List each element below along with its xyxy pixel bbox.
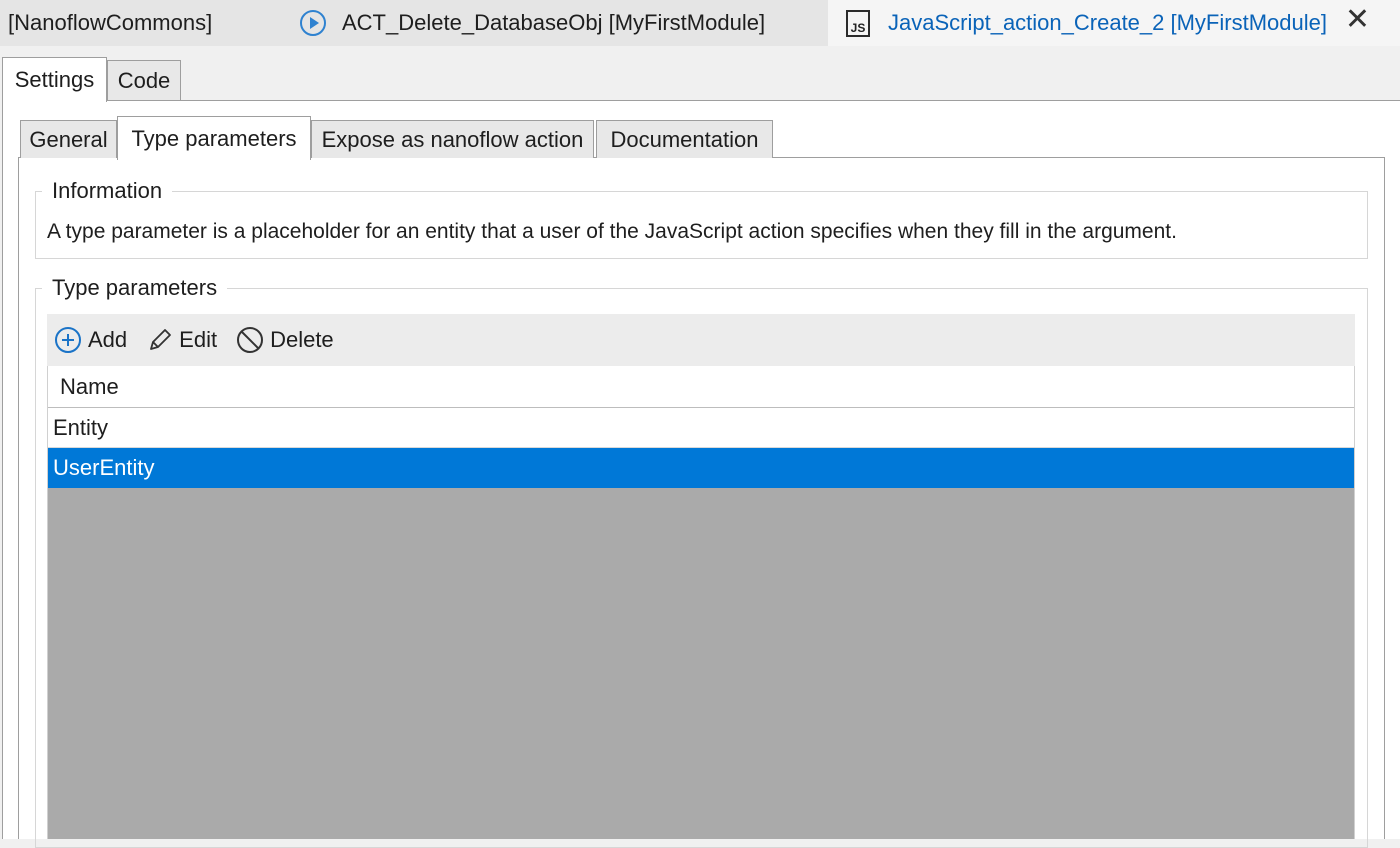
add-circle-icon xyxy=(55,327,81,353)
tab-settings[interactable]: Settings xyxy=(2,57,107,102)
table-row-selected[interactable]: UserEntity xyxy=(48,448,1354,488)
add-button-label: Add xyxy=(88,327,128,352)
pencil-icon xyxy=(150,329,172,350)
doc-tab-javascript-action[interactable]: JS JavaScript_action_Create_2 [MyFirstMo… xyxy=(828,0,1400,46)
type-parameters-legend: Type parameters xyxy=(42,275,228,301)
close-icon[interactable]: ✕ xyxy=(1345,5,1370,35)
information-legend: Information xyxy=(42,178,173,204)
play-circle-icon xyxy=(300,10,326,36)
type-parameters-grid[interactable]: Name Entity UserEntity xyxy=(47,366,1355,839)
doc-tab-label: JavaScript_action_Create_2 [MyFirstModul… xyxy=(888,10,1327,35)
tab-documentation[interactable]: Documentation xyxy=(596,120,773,158)
edit-button[interactable]: Edit xyxy=(147,327,217,353)
tab-type-parameters[interactable]: Type parameters xyxy=(117,116,311,160)
doc-tab-nanoflowcommons[interactable]: [NanoflowCommons] xyxy=(0,0,282,46)
tab-code[interactable]: Code xyxy=(107,60,181,100)
add-button[interactable]: Add xyxy=(55,327,127,353)
document-tab-strip: [NanoflowCommons] ACT_Delete_DatabaseObj… xyxy=(0,0,1400,46)
delete-button-label: Delete xyxy=(270,327,334,352)
doc-tab-act-delete[interactable]: ACT_Delete_DatabaseObj [MyFirstModule] xyxy=(282,0,828,46)
type-parameters-toolbar: Add Edit Delete xyxy=(47,314,1355,366)
table-row[interactable]: Entity xyxy=(48,408,1354,448)
tab-general[interactable]: General xyxy=(20,120,117,158)
delete-icon xyxy=(237,327,264,353)
edit-button-label: Edit xyxy=(179,327,218,352)
column-header-name[interactable]: Name xyxy=(48,366,1354,408)
tab-expose-as-nanoflow-action[interactable]: Expose as nanoflow action xyxy=(311,120,594,158)
delete-button[interactable]: Delete xyxy=(237,327,334,353)
js-icon: JS xyxy=(846,9,870,37)
doc-tab-label: [NanoflowCommons] xyxy=(8,10,213,35)
doc-tab-label: ACT_Delete_DatabaseObj [MyFirstModule] xyxy=(342,10,766,35)
information-text: A type parameter is a placeholder for an… xyxy=(47,220,1177,243)
